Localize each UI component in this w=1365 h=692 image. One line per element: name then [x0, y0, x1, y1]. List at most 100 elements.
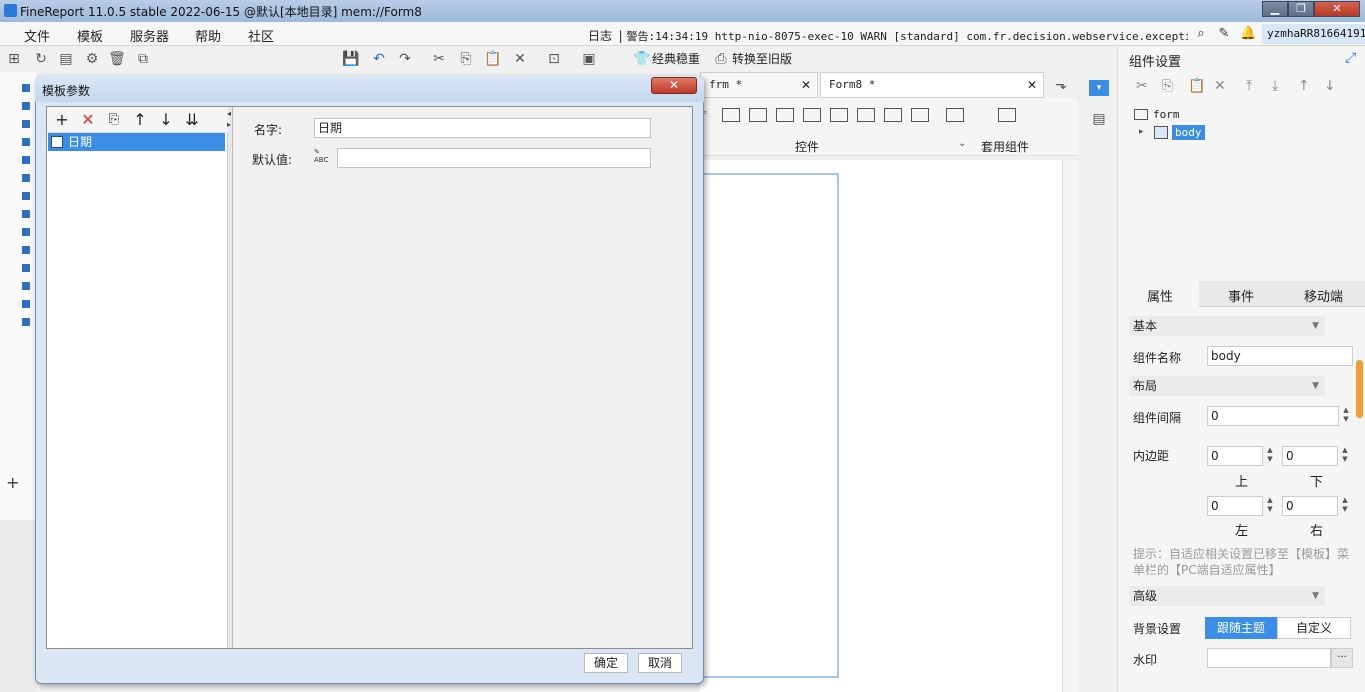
maximize-button[interactable]: ❐: [1288, 1, 1314, 17]
close-window-button[interactable]: ✕: [1314, 1, 1360, 17]
undo-icon[interactable]: ↶: [370, 50, 388, 68]
suite-widget-icon[interactable]: [998, 108, 1016, 122]
settings-icon[interactable]: ⚙: [83, 50, 101, 68]
custom-background-button[interactable]: 自定义: [1277, 617, 1351, 639]
tree-file-icon[interactable]: [22, 300, 30, 308]
dialog-close-button[interactable]: ✕: [651, 77, 697, 94]
gap-stepper[interactable]: ▲ ▼: [1340, 406, 1352, 426]
default-value-input[interactable]: [337, 148, 651, 168]
tree-file-icon[interactable]: [22, 264, 30, 272]
tree-file-icon[interactable]: [22, 282, 30, 290]
menu-file[interactable]: 文件: [24, 26, 50, 45]
menu-template[interactable]: 模板: [77, 26, 103, 45]
theme-icon[interactable]: 👕: [633, 50, 651, 68]
tab-menu-icon[interactable]: ⬎: [1052, 76, 1070, 94]
tree-node-body[interactable]: body: [1172, 125, 1205, 140]
padding-bottom-stepper[interactable]: ▲ ▼: [1339, 446, 1351, 466]
ok-button[interactable]: 确定: [584, 653, 628, 673]
component-settings-icon[interactable]: ▾: [1089, 80, 1109, 96]
copy-icon[interactable]: ⧉: [134, 50, 152, 68]
chevron-down-icon[interactable]: ⌄: [958, 138, 966, 149]
convert-icon[interactable]: ⎙: [712, 50, 730, 68]
edit-note-icon[interactable]: ✎: [1216, 26, 1232, 42]
tree-file-icon[interactable]: [22, 120, 30, 128]
widget-icon-10[interactable]: [946, 108, 964, 122]
widget-icon-3[interactable]: [749, 108, 767, 122]
search-icon[interactable]: ⌕: [1193, 26, 1209, 42]
collapse-right-icon[interactable]: ▸: [227, 120, 231, 129]
section-advanced[interactable]: 高级 ▼: [1129, 586, 1325, 606]
menu-help[interactable]: 帮助: [195, 26, 221, 45]
refresh-icon[interactable]: ↻: [32, 50, 50, 68]
widget-icon-7[interactable]: [857, 108, 875, 122]
text-search-icon[interactable]: ⊡: [545, 50, 563, 68]
tree-file-icon[interactable]: [22, 192, 30, 200]
value-type-icon[interactable]: ✎ ABC: [314, 148, 332, 164]
padding-bottom-input[interactable]: 0: [1282, 446, 1338, 466]
paste-icon[interactable]: 📋: [1188, 78, 1205, 94]
watermark-input[interactable]: [1207, 648, 1331, 668]
widget-icon-6[interactable]: [830, 108, 848, 122]
expand-icon[interactable]: ▸: [1139, 127, 1144, 137]
add-param-icon[interactable]: +: [52, 110, 72, 130]
tab-frm[interactable]: frm * ✕: [700, 72, 818, 98]
canvas-scrollbar[interactable]: [1062, 160, 1078, 692]
cut-icon[interactable]: ✂: [1136, 78, 1148, 94]
tab-events[interactable]: 事件: [1228, 286, 1254, 305]
cut-icon[interactable]: ✂: [430, 50, 448, 68]
menu-server[interactable]: 服务器: [130, 26, 169, 45]
tree-file-icon[interactable]: [22, 210, 30, 218]
pin-icon[interactable]: ⤢: [1345, 50, 1356, 66]
theme-button[interactable]: 经典稳重: [652, 50, 700, 67]
tab-properties[interactable]: 属性: [1147, 286, 1173, 305]
delete-icon[interactable]: ✕: [1214, 78, 1226, 94]
param-list-item[interactable]: 日期: [48, 133, 225, 151]
tree-file-icon[interactable]: [22, 318, 30, 326]
watermark-more-button[interactable]: ···: [1331, 648, 1353, 668]
log-bar[interactable]: 日志 | 警告:14:34:19 http-nio-8075-exec-10 W…: [588, 27, 1188, 44]
properties-icon[interactable]: ▤: [57, 50, 75, 68]
tree-file-icon[interactable]: [22, 84, 30, 92]
convert-button[interactable]: 转换至旧版: [732, 50, 792, 67]
tree-file-icon[interactable]: [22, 138, 30, 146]
body-frame[interactable]: [700, 173, 839, 678]
padding-left-stepper[interactable]: ▲ ▼: [1264, 496, 1276, 516]
bell-icon[interactable]: 🔔: [1240, 26, 1256, 42]
section-basic[interactable]: 基本 ▼: [1129, 316, 1325, 336]
panel-scrollbar[interactable]: [1356, 360, 1363, 418]
tree-file-icon[interactable]: [22, 174, 30, 182]
widget-icon-2[interactable]: [722, 108, 740, 122]
widget-icon-5[interactable]: [803, 108, 821, 122]
layout-icon[interactable]: ▤: [1089, 111, 1109, 129]
param-name-input[interactable]: 日期: [314, 118, 651, 138]
widget-icon-4[interactable]: [776, 108, 794, 122]
paste-icon[interactable]: 📋: [484, 50, 502, 68]
move-down-icon[interactable]: ↓: [1324, 78, 1336, 94]
tree-file-icon[interactable]: [22, 228, 30, 236]
component-name-input[interactable]: body: [1207, 346, 1353, 366]
section-layout[interactable]: 布局 ▼: [1129, 376, 1325, 396]
widget-icon-8[interactable]: [884, 108, 902, 122]
padding-left-input[interactable]: 0: [1207, 496, 1263, 516]
move-top-icon[interactable]: ⤒: [1246, 78, 1252, 94]
tree-node-form[interactable]: form: [1153, 108, 1180, 121]
preview-icon[interactable]: ▣: [580, 50, 598, 68]
split-divider[interactable]: [228, 107, 233, 648]
user-account[interactable]: yzmhaRR81664191: [1262, 24, 1365, 44]
cancel-button[interactable]: 取消: [638, 653, 682, 673]
padding-right-input[interactable]: 0: [1282, 496, 1338, 516]
tree-file-icon[interactable]: [22, 246, 30, 254]
padding-top-input[interactable]: 0: [1207, 446, 1263, 466]
copy-param-icon[interactable]: ⎘: [104, 110, 124, 130]
save-icon[interactable]: 💾: [342, 50, 360, 68]
sort-icon[interactable]: ⇊: [182, 110, 202, 130]
move-up-icon[interactable]: ↑: [130, 110, 150, 130]
tab-form8[interactable]: Form8 * ✕: [820, 72, 1044, 98]
menu-community[interactable]: 社区: [248, 26, 274, 45]
minimize-button[interactable]: ▁: [1262, 1, 1288, 17]
tree-file-icon[interactable]: [22, 156, 30, 164]
tree-file-icon[interactable]: [22, 102, 30, 110]
tab-frm-close-icon[interactable]: ✕: [801, 73, 811, 97]
copy-icon[interactable]: ⎘: [1162, 78, 1173, 94]
collapse-left-icon[interactable]: ◂: [227, 109, 231, 118]
